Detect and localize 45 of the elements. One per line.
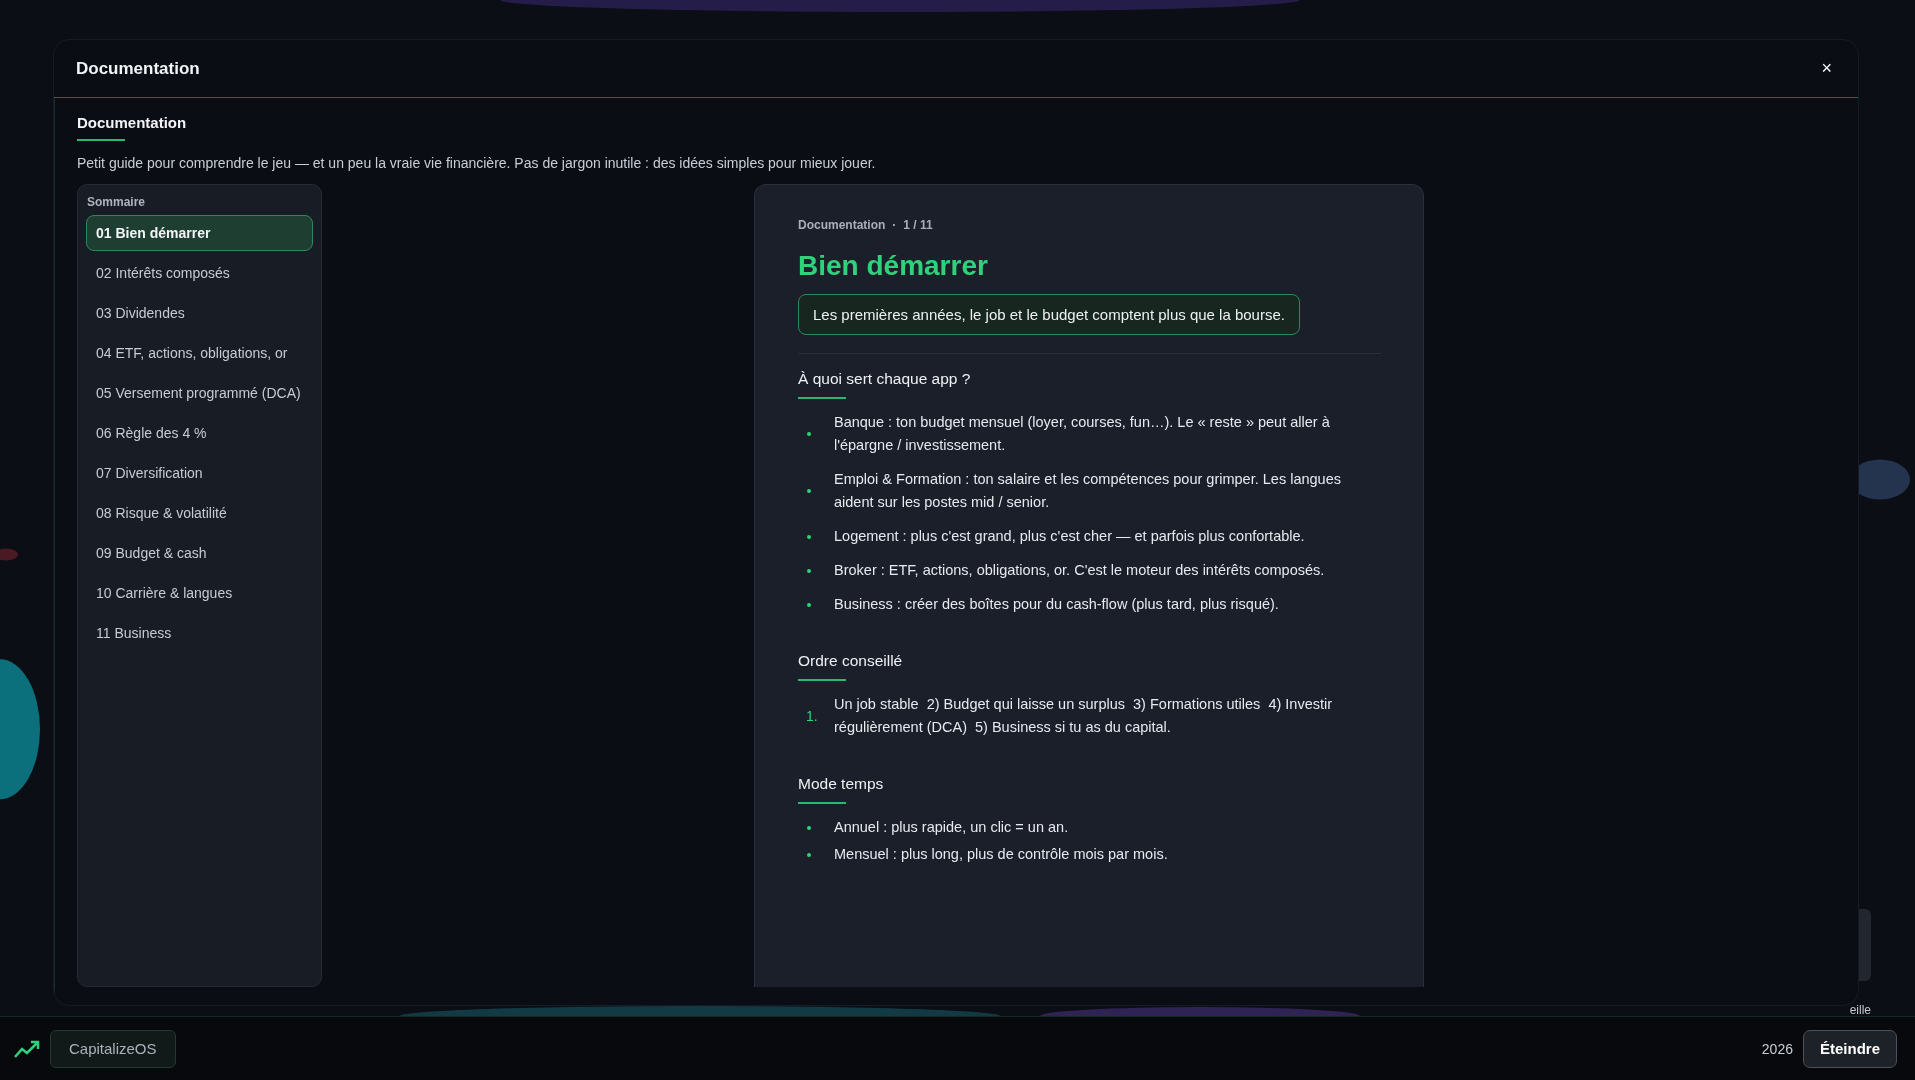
toc-title: Sommaire: [87, 195, 147, 209]
list-item: Un job stable 2) Budget qui laisse un surplus 3) Formations utiles 4) Investir régulièrement (DCA) 5) Business si tu as du capital.: [834, 695, 1334, 737]
section-heading: Mode temps: [798, 775, 885, 793]
page-heading: Documentation: [77, 114, 188, 131]
list-number: 1.: [806, 708, 818, 724]
toc-item[interactable]: 03 Dividendes: [86, 295, 313, 331]
toc-item[interactable]: 01 Bien démarrer: [86, 215, 313, 251]
bullet-icon: [807, 534, 811, 539]
page-counter: 1 / 11: [903, 218, 933, 232]
toc-item[interactable]: 07 Diversification: [86, 455, 313, 491]
bullet-icon: [807, 489, 811, 493]
toc-item[interactable]: 06 Règle des 4 %: [86, 415, 313, 451]
icon-label: eille: [1849, 1004, 1871, 1016]
list-item: Banque : ton budget mensuel (loyer, courses, fun…). Le « reste » peut aller à l'épargne / investissement.: [834, 413, 1331, 455]
callout: Les premières années, le job et le budget comptent plus que la bourse.: [798, 294, 1300, 335]
window-title: Documentation: [76, 58, 200, 79]
toc-item[interactable]: 10 Carrière & langues: [86, 575, 313, 611]
breadcrumb: Documentation: [798, 218, 886, 232]
toc-item[interactable]: 02 Intérêts composés: [86, 255, 313, 291]
section-heading: Ordre conseillé: [798, 652, 904, 670]
bullet-icon: [807, 568, 811, 573]
list-item: Business : créer des boîtes pour du cash-flow (plus tard, plus risqué).: [834, 595, 1279, 614]
list-item: Annuel : plus rapide, un clic = un an.: [834, 818, 1069, 837]
shutdown-button[interactable]: Éteindre: [1803, 1029, 1897, 1068]
list-item: Broker : ETF, actions, obligations, or. C'est le moteur des intérêts composés.: [834, 561, 1325, 580]
taskbar-app-button[interactable]: CapitalizeOS: [50, 1029, 176, 1068]
toc-item[interactable]: 11 Business: [86, 615, 313, 651]
chart-trend-icon[interactable]: [14, 1038, 40, 1059]
bullet-icon: [807, 602, 811, 607]
toc-item[interactable]: 08 Risque & volatilité: [86, 495, 313, 531]
breadcrumb-separator: ·: [892, 218, 897, 232]
toc-item[interactable]: 04 ETF, actions, obligations, or: [86, 335, 313, 371]
bullet-icon: [807, 852, 811, 857]
list-item: Emploi & Formation : ton salaire et les compétences pour grimper. Les langues aident sur les postes mid / senior.: [834, 470, 1342, 512]
toc-item[interactable]: 09 Budget & cash: [86, 535, 313, 571]
toc-item[interactable]: 05 Versement programmé (DCA): [86, 375, 313, 411]
bullet-icon: [807, 432, 811, 436]
list-item: Logement : plus c'est grand, plus c'est cher — et parfois plus confortable.: [834, 527, 1305, 546]
article-title: Bien démarrer: [798, 250, 989, 282]
section-heading: À quoi sert chaque app ?: [798, 370, 972, 388]
bullet-icon: [807, 825, 811, 830]
close-button[interactable]: ×: [1817, 58, 1836, 79]
year-label: 2026: [1761, 1040, 1793, 1057]
intro-text: Petit guide pour comprendre le jeu — et un peu la vraie vie financière. Pas de jargon inutile : des idées simples pour mieux jouer.: [77, 155, 877, 171]
list-item: Mensuel : plus long, plus de contrôle mois par mois.: [834, 845, 1168, 864]
